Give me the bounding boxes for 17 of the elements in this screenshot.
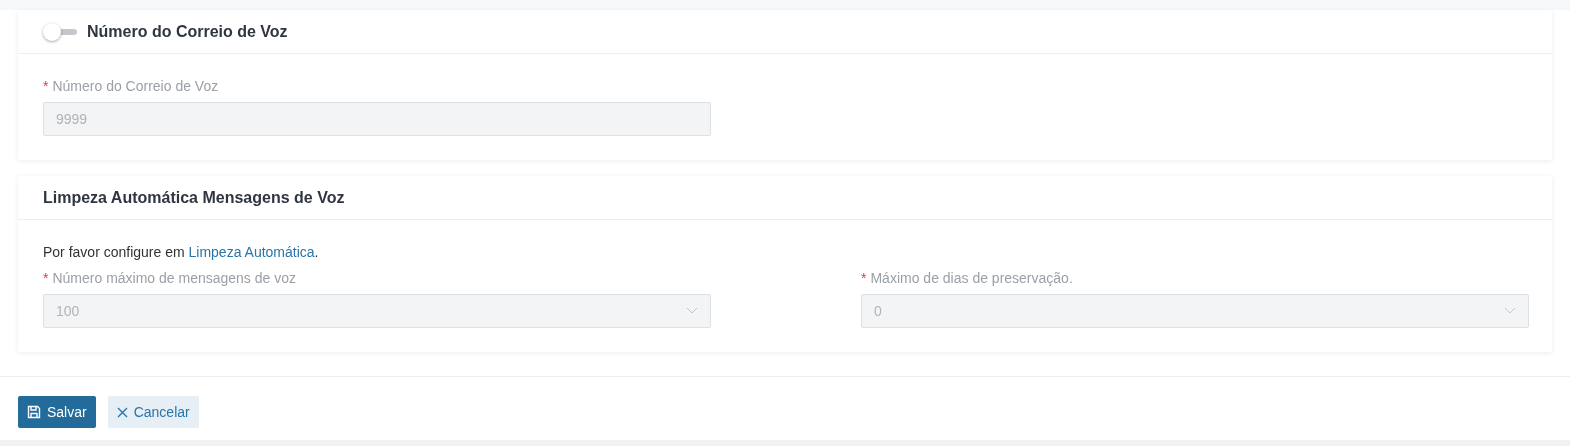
toggle-switch[interactable]: [43, 21, 77, 42]
chevron-down-icon: [686, 307, 698, 315]
cleanup-link[interactable]: Limpeza Automática: [188, 244, 315, 260]
required-mark: *: [43, 78, 49, 94]
field-label: Número do Correio de Voz: [52, 78, 219, 94]
required-mark: *: [861, 270, 867, 286]
section-title: Limpeza Automática Mensagens de Voz: [43, 188, 345, 207]
required-mark: *: [43, 270, 49, 286]
section-title: Número do Correio de Voz: [87, 22, 288, 41]
field-label: Número máximo de mensagens de voz: [52, 270, 296, 286]
save-icon: [27, 405, 41, 419]
cancel-button[interactable]: Cancelar: [107, 396, 199, 428]
chevron-down-icon: [1504, 307, 1516, 315]
save-button[interactable]: Salvar: [18, 396, 96, 428]
field-label: Máximo de dias de preservação.: [870, 270, 1073, 286]
close-icon: [116, 406, 128, 418]
info-text: Por favor configure em Limpeza Automática.: [43, 244, 320, 260]
